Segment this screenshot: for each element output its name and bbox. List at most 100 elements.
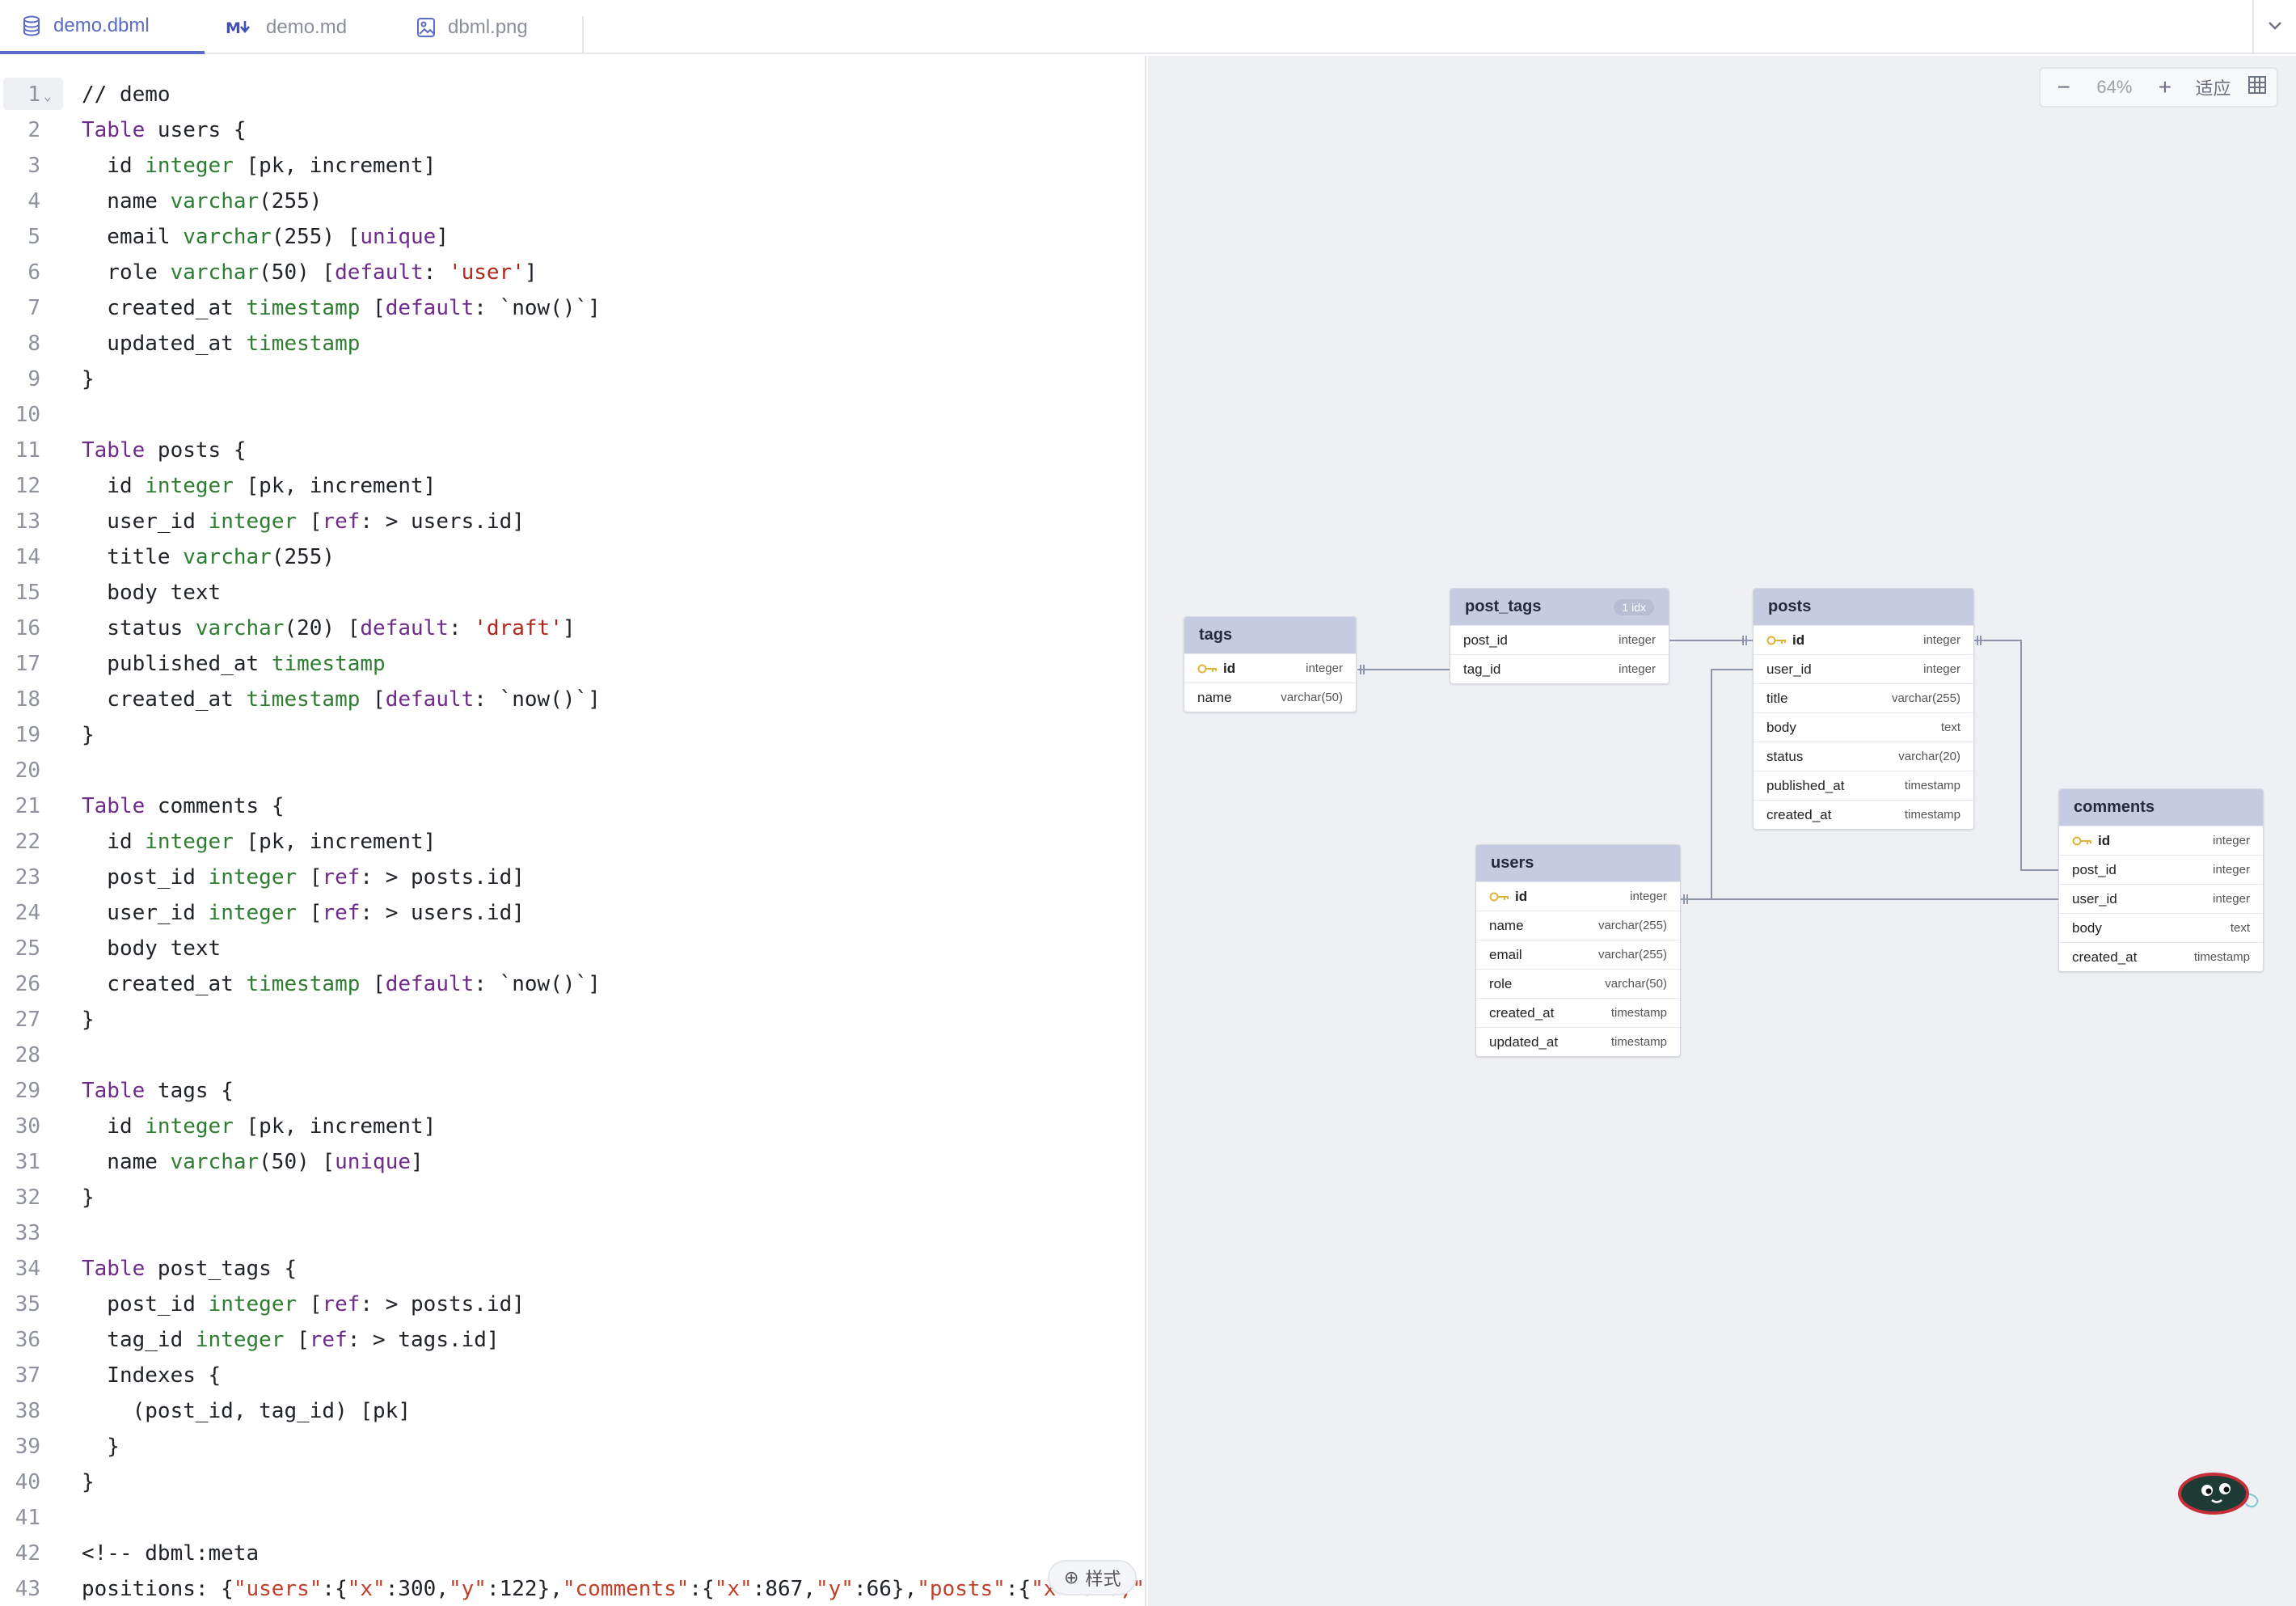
er-field-row[interactable]: id integer bbox=[1476, 881, 1680, 911]
er-field-row[interactable]: published_at timestamp bbox=[1754, 771, 1973, 800]
er-field-row[interactable]: body text bbox=[1754, 712, 1973, 742]
er-field-row[interactable]: name varchar(255) bbox=[1476, 911, 1680, 940]
code-line[interactable]: 15 body text bbox=[0, 575, 1145, 611]
er-table-header[interactable]: post_tags 1 idx bbox=[1450, 589, 1669, 625]
er-field-type: varchar(50) bbox=[1605, 977, 1667, 991]
tab-dbml-png[interactable]: dbml.png bbox=[395, 0, 582, 54]
er-field-row[interactable]: user_id integer bbox=[1754, 654, 1973, 683]
fit-view-button[interactable]: 适应 bbox=[2188, 67, 2239, 108]
code-line[interactable]: 32} bbox=[0, 1180, 1145, 1215]
code-line[interactable]: 36 tag_id integer [ref: > tags.id] bbox=[0, 1322, 1145, 1358]
code-line[interactable]: 13 user_id integer [ref: > users.id] bbox=[0, 504, 1145, 539]
code-token: users { bbox=[145, 118, 247, 142]
er-field-row[interactable]: updated_at timestamp bbox=[1476, 1027, 1680, 1056]
assistant-mascot-icon[interactable] bbox=[2176, 1469, 2265, 1519]
er-table-tags[interactable]: tags id integer name varchar(50) bbox=[1184, 616, 1357, 712]
tab-overflow-button[interactable] bbox=[2252, 0, 2296, 54]
er-table-users[interactable]: users id integer name varchar(255) email varch… bbox=[1475, 844, 1681, 1057]
grid-toggle-button[interactable] bbox=[2238, 67, 2277, 108]
code-token: ref bbox=[309, 1328, 348, 1352]
er-field-row[interactable]: id integer bbox=[2059, 826, 2263, 855]
code-line[interactable]: 24 user_id integer [ref: > users.id] bbox=[0, 895, 1145, 931]
code-token: Table bbox=[82, 1257, 146, 1281]
code-line[interactable]: 16 status varchar(20) [default: 'draft'] bbox=[0, 611, 1145, 646]
code-line[interactable]: 43 positions: {"users":{"x":300,"y":122},… bbox=[0, 1571, 1145, 1606]
er-table-comments[interactable]: comments id integer post_id integer user_id in… bbox=[2058, 788, 2264, 972]
code-line[interactable]: 33 bbox=[0, 1215, 1145, 1251]
er-field-row[interactable]: title varchar(255) bbox=[1754, 683, 1973, 712]
code-line[interactable]: 38 (post_id, tag_id) [pk] bbox=[0, 1393, 1145, 1429]
style-button[interactable]: ⊕ 样式 bbox=[1048, 1560, 1137, 1595]
er-field-row[interactable]: post_id integer bbox=[1450, 625, 1669, 654]
code-line[interactable]: 18 created_at timestamp [default: `now()… bbox=[0, 682, 1145, 717]
code-line[interactable]: 20 bbox=[0, 753, 1145, 788]
zoom-out-button[interactable]: − bbox=[2041, 67, 2087, 108]
code-line[interactable]: 7 created_at timestamp [default: `now()`… bbox=[0, 290, 1145, 326]
code-line[interactable]: 39 } bbox=[0, 1429, 1145, 1464]
tab-demo-dbml[interactable]: demo.dbml bbox=[0, 0, 205, 54]
code-line[interactable]: 30 id integer [pk, increment] bbox=[0, 1109, 1145, 1144]
code-line[interactable]: 22 id integer [pk, increment] bbox=[0, 824, 1145, 860]
code-line[interactable]: 31 name varchar(50) [unique] bbox=[0, 1144, 1145, 1180]
code-line[interactable]: 40} bbox=[0, 1464, 1145, 1500]
er-table-header[interactable]: tags bbox=[1184, 617, 1356, 653]
code-line[interactable]: 6 role varchar(50) [default: 'user'] bbox=[0, 255, 1145, 290]
er-field-row[interactable]: id integer bbox=[1184, 653, 1356, 683]
er-field-row[interactable]: name varchar(50) bbox=[1184, 683, 1356, 712]
code-line[interactable]: 8 updated_at timestamp bbox=[0, 326, 1145, 361]
code-line[interactable]: 41 bbox=[0, 1500, 1145, 1536]
code-line[interactable]: 9} bbox=[0, 361, 1145, 397]
er-field-row[interactable]: created_at timestamp bbox=[1476, 998, 1680, 1027]
code-line[interactable]: 28 bbox=[0, 1038, 1145, 1073]
er-field-row[interactable]: status varchar(20) bbox=[1754, 742, 1973, 771]
er-table-posts[interactable]: posts id integer user_id integer title varchar… bbox=[1753, 588, 1974, 830]
er-field-row[interactable]: role varchar(50) bbox=[1476, 969, 1680, 998]
er-field-row[interactable]: email varchar(255) bbox=[1476, 940, 1680, 969]
code-line[interactable]: 23 post_id integer [ref: > posts.id] bbox=[0, 860, 1145, 895]
zoom-in-button[interactable]: + bbox=[2142, 67, 2188, 108]
er-table-header[interactable]: comments bbox=[2059, 789, 2263, 826]
er-field-row[interactable]: tag_id integer bbox=[1450, 654, 1669, 683]
er-table-header[interactable]: users bbox=[1476, 845, 1680, 881]
code-token: name bbox=[82, 1150, 171, 1174]
code-line[interactable]: 11 Table posts { bbox=[0, 433, 1145, 468]
code-line[interactable]: 37 Indexes { bbox=[0, 1358, 1145, 1393]
code-text: Table tags { bbox=[82, 1073, 234, 1109]
code-line[interactable]: 3 id integer [pk, increment] bbox=[0, 148, 1145, 184]
code-line[interactable]: 35 post_id integer [ref: > posts.id] bbox=[0, 1287, 1145, 1322]
er-field-row[interactable]: created_at timestamp bbox=[1754, 800, 1973, 829]
er-field-row[interactable]: id integer bbox=[1754, 625, 1973, 654]
code-text: Table posts { bbox=[82, 433, 247, 468]
er-field-row[interactable]: post_id integer bbox=[2059, 855, 2263, 884]
code-token: : > users.id] bbox=[360, 901, 525, 925]
code-line[interactable]: 10 bbox=[0, 397, 1145, 433]
fold-chevron-icon[interactable]: ⌄ bbox=[44, 78, 52, 114]
code-line[interactable]: 21 Table comments { bbox=[0, 788, 1145, 824]
code-line[interactable]: 2 Table users { bbox=[0, 112, 1145, 148]
code-line[interactable]: 4 name varchar(255) bbox=[0, 184, 1145, 219]
relation-users-posts bbox=[1711, 669, 1753, 899]
relation-posts-comments bbox=[1974, 640, 2058, 871]
diagram-canvas[interactable]: − 64% + 适应 tags id integer name varchar(50) p… bbox=[1148, 56, 2296, 1606]
code-line[interactable]: 19} bbox=[0, 717, 1145, 753]
code-line[interactable]: 34 Table post_tags { bbox=[0, 1251, 1145, 1287]
code-line[interactable]: 1 ⌄ // demo bbox=[0, 77, 1145, 114]
tab-demo-md[interactable]: M demo.md bbox=[205, 0, 390, 54]
er-field-row[interactable]: user_id integer bbox=[2059, 884, 2263, 913]
code-line[interactable]: 5 email varchar(255) [unique] bbox=[0, 219, 1145, 255]
er-field-row[interactable]: body text bbox=[2059, 913, 2263, 942]
code-line[interactable]: 27} bbox=[0, 1002, 1145, 1038]
er-field-row[interactable]: created_at timestamp bbox=[2059, 942, 2263, 971]
er-table-header[interactable]: posts bbox=[1754, 589, 1973, 625]
code-editor[interactable]: 1 ⌄// demo 2 Table users {3 id integer [pk,… bbox=[0, 56, 1146, 1606]
code-line[interactable]: 17 published_at timestamp bbox=[0, 646, 1145, 682]
er-table-post-tags[interactable]: post_tags 1 idx post_id integer tag_id intege… bbox=[1450, 588, 1669, 684]
code-line[interactable]: 42 <!-- dbml:meta bbox=[0, 1536, 1145, 1571]
er-field-name-text: created_at bbox=[2072, 949, 2138, 965]
code-line[interactable]: 14 title varchar(255) bbox=[0, 539, 1145, 575]
code-line[interactable]: 25 body text bbox=[0, 931, 1145, 966]
code-line[interactable]: 29 Table tags { bbox=[0, 1073, 1145, 1109]
code-line[interactable]: 12 id integer [pk, increment] bbox=[0, 468, 1145, 504]
er-field-name-text: id bbox=[1792, 632, 1805, 648]
code-line[interactable]: 26 created_at timestamp [default: `now()… bbox=[0, 966, 1145, 1002]
